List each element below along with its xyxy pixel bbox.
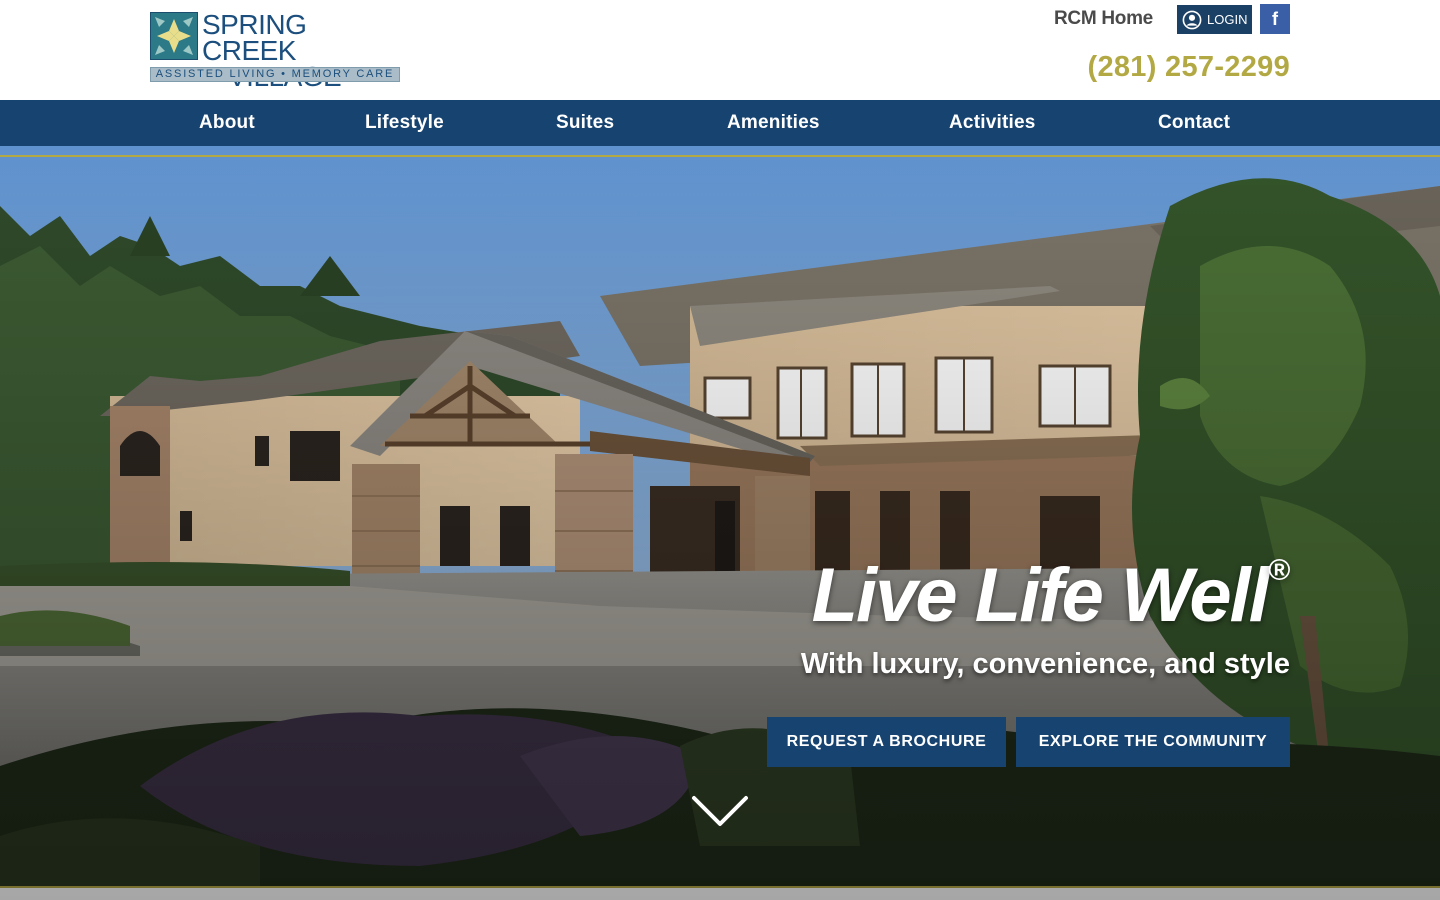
nav-item-contact[interactable]: Contact — [1158, 100, 1230, 146]
logo-emblem-icon — [150, 12, 198, 60]
hero-subheadline: With luxury, convenience, and style — [800, 648, 1290, 680]
facebook-button[interactable]: f — [1260, 4, 1290, 34]
nav-item-lifestyle[interactable]: Lifestyle — [365, 100, 444, 146]
site-header: SPRING CREEK VILLAGE ASSISTED LIVING • M… — [0, 0, 1440, 100]
hero-top-accent — [0, 155, 1440, 157]
login-label: LOGIN — [1207, 12, 1248, 27]
explore-community-button[interactable]: EXPLORE THE COMMUNITY — [1016, 717, 1290, 767]
phone-number[interactable]: (281) 257-2299 — [1087, 51, 1290, 84]
site-logo[interactable]: SPRING CREEK VILLAGE ASSISTED LIVING • M… — [150, 9, 402, 91]
facebook-icon: f — [1272, 8, 1278, 29]
logo-title-line1: SPRING CREEK — [202, 9, 307, 66]
login-button[interactable]: LOGIN — [1177, 5, 1252, 34]
chevron-down-icon[interactable] — [690, 794, 750, 830]
main-nav: About Lifestyle Suites Amenities Activit… — [0, 100, 1440, 146]
rcm-home-link[interactable]: RCM Home — [1054, 8, 1153, 30]
registered-mark: ® — [1267, 554, 1290, 587]
hero-photo — [0, 146, 1440, 900]
nav-item-amenities[interactable]: Amenities — [727, 100, 820, 146]
nav-item-activities[interactable]: Activities — [949, 100, 1035, 146]
nav-item-about[interactable]: About — [199, 100, 255, 146]
hero-banner: Live Life Well® With luxury, convenience… — [0, 146, 1440, 900]
nav-item-suites[interactable]: Suites — [556, 100, 614, 146]
logo-tagline: ASSISTED LIVING • MEMORY CARE — [150, 67, 400, 82]
hero-headline: Live Life Well® — [812, 552, 1290, 639]
user-circle-icon — [1182, 10, 1202, 29]
request-brochure-button[interactable]: REQUEST A BROCHURE — [767, 717, 1006, 767]
hero-headline-text: Live Life Well — [811, 553, 1270, 638]
